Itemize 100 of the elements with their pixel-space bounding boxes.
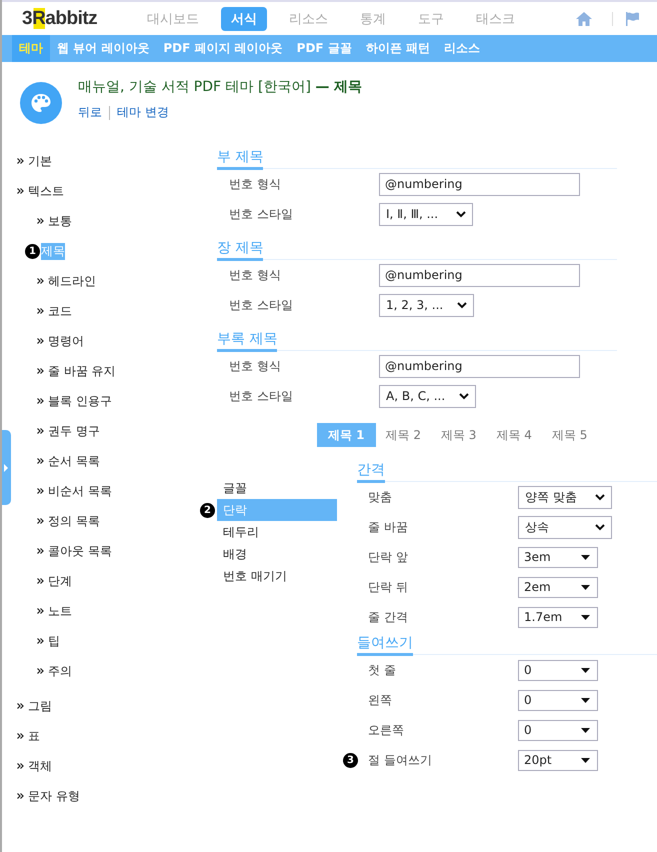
chevron-down-icon <box>457 302 468 308</box>
page-link[interactable]: 뒤로 <box>78 104 102 121</box>
heading-tab[interactable]: 제목 4 <box>486 423 542 447</box>
menu-item[interactable]: 테두리 <box>217 521 337 543</box>
caret-down-icon <box>581 758 590 762</box>
field-label: 왼쪽 <box>368 692 393 708</box>
select-field[interactable]: 상속 <box>518 516 612 538</box>
sidebar-item[interactable]: 헤드라인 <box>48 272 96 290</box>
chevron-down-icon <box>456 210 466 218</box>
sidebar-item[interactable]: 순서 목록 <box>48 452 100 470</box>
heading-tab[interactable]: 제목 5 <box>542 423 598 447</box>
caret-down-icon <box>581 698 590 702</box>
sidebar-toggle[interactable] <box>2 430 11 505</box>
chevron-icon <box>17 158 24 164</box>
combo-field[interactable]: 2em <box>518 576 598 598</box>
section-title: 부록 제목 <box>217 330 278 352</box>
chevron-icon <box>37 308 44 314</box>
chevron-icon <box>37 518 44 524</box>
select-field[interactable]: 양쪽 맞춤 <box>518 486 612 508</box>
section-title: 부 제목 <box>217 148 264 170</box>
sidebar-item[interactable]: 줄 바꿈 유지 <box>48 362 116 380</box>
palette-icon <box>20 82 62 124</box>
combo-field[interactable]: 20pt <box>518 750 598 770</box>
select-field[interactable]: 1, 2, 3, ... <box>379 294 474 316</box>
heading-tab[interactable]: 제목 2 <box>376 423 431 447</box>
combo-field[interactable]: 3em <box>518 546 598 568</box>
menu-item[interactable]: 배경 <box>217 543 337 565</box>
select-field[interactable]: Ⅰ, Ⅱ, Ⅲ, ... <box>379 202 473 226</box>
step-badge: 3 <box>343 752 358 768</box>
caret-down-icon <box>581 728 590 732</box>
sidebar-item[interactable]: 객체 <box>28 758 52 774</box>
menu-item[interactable]: 글꼴 <box>217 477 337 499</box>
chevron-icon <box>37 368 44 374</box>
sidebar-item[interactable]: 권두 명구 <box>48 422 100 440</box>
caret-down-icon <box>581 668 590 672</box>
sidebar-item[interactable]: 블록 인용구 <box>48 392 112 410</box>
sidebar-item[interactable]: 문자 유형 <box>28 788 80 804</box>
chevron-icon <box>37 218 44 224</box>
field-label: 절 들여쓰기 <box>368 752 433 768</box>
input-field[interactable]: @numbering <box>379 354 580 378</box>
sidebar-item[interactable]: 명령어 <box>48 332 84 350</box>
field-label: 줄 바꿈 <box>368 518 409 536</box>
sidebar-item[interactable]: 표 <box>28 728 40 744</box>
section-title: 간격 <box>357 461 385 483</box>
caret-down-icon <box>581 554 590 560</box>
section-title: 장 제목 <box>217 239 264 261</box>
chevron-icon <box>37 488 44 494</box>
page-link[interactable]: 테마 변경 <box>117 104 169 121</box>
field-label: 번호 형식 <box>229 358 282 374</box>
sidebar-item[interactable]: 노트 <box>48 602 72 620</box>
home-icon[interactable] <box>576 12 592 26</box>
combo-field[interactable]: 0 <box>518 690 598 710</box>
field-label: 번호 형식 <box>229 266 282 284</box>
sidebar-item[interactable]: 정의 목록 <box>48 512 100 530</box>
chevron-icon <box>17 793 24 799</box>
flag-icon[interactable] <box>612 12 639 26</box>
field-label: 번호 형식 <box>229 176 282 192</box>
combo-field[interactable]: 0 <box>518 660 598 680</box>
input-field[interactable]: @numbering <box>379 264 580 286</box>
chevron-icon <box>37 278 44 284</box>
sidebar-item[interactable]: 그림 <box>28 698 52 714</box>
chevron-down-icon <box>459 392 470 400</box>
step-badge: 1 <box>25 244 40 258</box>
logo[interactable]: 3Rabbitz <box>22 8 137 30</box>
field-label: 오른쪽 <box>368 722 405 738</box>
menu-item[interactable]: 번호 매기기 <box>217 565 337 587</box>
sidebar-item[interactable]: 주의 <box>48 662 72 680</box>
sidebar-item[interactable]: 단계 <box>48 572 72 590</box>
chevron-icon <box>17 703 24 709</box>
select-field[interactable]: A, B, C, ... <box>379 384 476 408</box>
combo-field[interactable]: 1.7em <box>518 606 598 628</box>
chevron-down-icon <box>595 524 605 530</box>
section-title: 들여쓰기 <box>357 634 413 656</box>
combo-field[interactable]: 0 <box>518 720 598 740</box>
chevron-icon <box>17 188 24 194</box>
sidebar-item[interactable]: 코드 <box>48 302 72 320</box>
input-field[interactable]: @numbering <box>379 172 580 196</box>
chevron-icon <box>37 608 44 614</box>
chevron-icon <box>37 578 44 584</box>
field-label: 번호 스타일 <box>229 388 294 404</box>
chevron-icon <box>37 638 44 644</box>
heading-tab[interactable]: 제목 3 <box>430 423 486 447</box>
chevron-down-icon <box>595 494 605 500</box>
field-label: 번호 스타일 <box>229 206 294 222</box>
field-label: 맞춤 <box>368 488 393 506</box>
sidebar-item[interactable]: 기본 <box>28 152 52 170</box>
field-label: 단락 앞 <box>368 548 409 566</box>
chevron-icon <box>37 668 44 674</box>
chevron-icon <box>37 548 44 554</box>
sidebar-item[interactable]: 텍스트 <box>28 182 64 200</box>
chevron-icon <box>37 398 44 404</box>
sidebar-item[interactable]: 비순서 목록 <box>48 482 112 500</box>
page-title: 매뉴얼, 기술 서적 PDF 테마 [한국어] — 제목 <box>78 78 362 96</box>
field-label: 줄 간격 <box>368 608 409 626</box>
sidebar-item[interactable]: 콜아웃 목록 <box>48 542 112 560</box>
sidebar-item[interactable]: 보통 <box>48 212 72 230</box>
caret-down-icon <box>581 614 590 620</box>
sidebar-item[interactable]: 팁 <box>48 632 60 650</box>
chevron-icon <box>17 733 24 739</box>
step-badge: 2 <box>200 502 215 518</box>
